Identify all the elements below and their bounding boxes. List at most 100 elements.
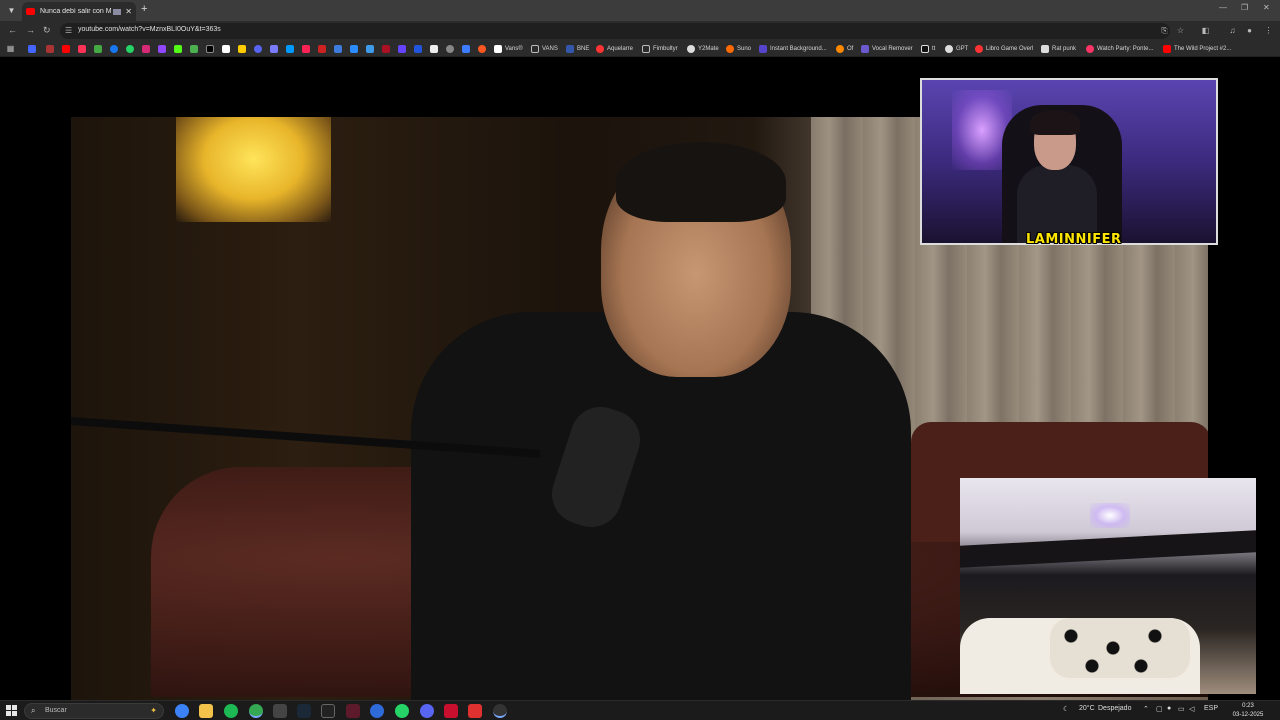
tray-app-icon[interactable]: ▢: [1156, 705, 1163, 713]
bookmark-gpt[interactable]: GPT: [945, 44, 968, 54]
maximize-button[interactable]: ❐: [1241, 3, 1248, 12]
bookmark-tiktok[interactable]: tt: [921, 44, 935, 54]
bookmark-aquelarre[interactable]: Aquelarre: [596, 44, 633, 54]
bookmark-folder-fimbultyr[interactable]: Fimbultyr: [642, 44, 678, 54]
bookmark-icon-28[interactable]: [462, 44, 473, 54]
start-button[interactable]: [6, 705, 17, 716]
pet-camera-table: [960, 530, 1256, 568]
discord-icon[interactable]: [420, 704, 434, 718]
app-icon-9[interactable]: [370, 704, 384, 718]
tab-active[interactable]: Nunca debí salir con MI M... ✕: [22, 2, 136, 21]
weather-icon[interactable]: ☾: [1063, 705, 1069, 713]
minimize-button[interactable]: —: [1219, 3, 1227, 12]
bookmark-icon-21[interactable]: [350, 44, 361, 54]
bookmark-suno[interactable]: Suno: [726, 44, 751, 54]
browser-toolbar: ← → ↻ ☰ youtube.com/watch?v=MznxBLI0OuY&…: [0, 21, 1280, 41]
bookmark-icon-14[interactable]: [238, 44, 249, 54]
tray-overflow-icon[interactable]: ⌃: [1143, 705, 1149, 713]
install-app-icon[interactable]: ⎘: [1160, 26, 1169, 35]
channel-name-tag: LAMINNIFER: [1026, 232, 1122, 247]
network-icon[interactable]: ▭: [1178, 705, 1185, 713]
app-icon-5[interactable]: [273, 704, 287, 718]
bookmark-icon-27[interactable]: [446, 44, 457, 54]
pet-camera-blanket: [1050, 618, 1190, 678]
weather-desc[interactable]: Despejado: [1098, 705, 1131, 712]
weather-temp[interactable]: 20°C: [1079, 705, 1095, 712]
spotify-icon[interactable]: [224, 704, 238, 718]
bookmark-of[interactable]: Of: [836, 44, 853, 54]
clock[interactable]: 0:23 03-12-2025: [1228, 702, 1268, 720]
kick-icon[interactable]: [174, 44, 185, 54]
facebook-icon[interactable]: [110, 44, 121, 54]
bookmark-rat-punk[interactable]: Rat punk: [1041, 44, 1076, 54]
bookmark-star-icon[interactable]: ☆: [1176, 26, 1185, 35]
video-lamp: [176, 117, 331, 222]
bookmark-icon-17[interactable]: [286, 44, 297, 54]
bookmark-icon-13[interactable]: [222, 44, 233, 54]
bookmark-vocal-remover[interactable]: Vocal Remover: [861, 44, 913, 54]
taskbar-search[interactable]: ⌕ Buscar ✦: [24, 703, 164, 719]
search-highlight-icon: ✦: [150, 706, 157, 715]
language-indicator[interactable]: ESP: [1204, 705, 1218, 712]
close-window-button[interactable]: ✕: [1263, 3, 1270, 12]
app-icon-13[interactable]: [468, 704, 482, 718]
bookmark-icon-25[interactable]: [414, 44, 425, 54]
bookmark-libro-game-over[interactable]: Libro Game Overl: [975, 44, 1033, 54]
chrome-icon[interactable]: [249, 704, 263, 718]
bookmark-icon-24[interactable]: [398, 44, 409, 54]
bookmark-icon-18[interactable]: [302, 44, 313, 54]
bookmark-y2mate[interactable]: Y2Mate: [687, 44, 719, 54]
close-tab-icon[interactable]: ✕: [125, 7, 132, 16]
microphone-icon[interactable]: ●: [1167, 705, 1171, 712]
bookmark-icon-11[interactable]: [190, 44, 201, 54]
audio-playing-icon: [113, 8, 122, 15]
taskbar: ⌕ Buscar ✦ ☾ 20°C Despejado ⌃ ▢ ● ▭ ◁ ES…: [0, 700, 1280, 720]
menu-icon[interactable]: ⋮: [1264, 26, 1273, 35]
apps-icon[interactable]: ▦: [6, 44, 15, 53]
bookmark-folder-vans[interactable]: VANS: [531, 44, 558, 54]
profile-avatar[interactable]: ●: [1245, 26, 1254, 35]
reload-icon[interactable]: ↻: [43, 25, 51, 36]
bookmark-icon-9[interactable]: [158, 44, 169, 54]
bookmark-icon-16[interactable]: [270, 44, 281, 54]
file-explorer-icon[interactable]: [199, 704, 213, 718]
forward-icon[interactable]: →: [26, 25, 35, 35]
bookmark-icon-3[interactable]: [62, 44, 73, 54]
x-icon[interactable]: [206, 44, 217, 54]
bookmark-icon-26[interactable]: [430, 44, 441, 54]
bookmark-icon-23[interactable]: [382, 44, 393, 54]
address-bar[interactable]: ☰ youtube.com/watch?v=MznxBLI0OuY&t=363s: [60, 23, 1170, 39]
app-icon-8[interactable]: [346, 704, 360, 718]
new-tab-button[interactable]: +: [141, 3, 147, 15]
url-text[interactable]: youtube.com/watch?v=MznxBLI0OuY&t=363s: [78, 26, 221, 33]
bookmark-icon-4[interactable]: [78, 44, 89, 54]
bookmark-watch-party[interactable]: Watch Party: Ponte...: [1086, 44, 1153, 54]
copilot-icon[interactable]: [175, 704, 189, 718]
app-icon-14[interactable]: [493, 704, 507, 718]
bookmark-icon-15[interactable]: [254, 44, 265, 54]
bookmark-icon-29[interactable]: [478, 44, 489, 54]
app-icon-12[interactable]: [444, 704, 458, 718]
bookmarks-bar: ▦ Vans® VANS BNE Aquelarre Fimbultyr Y2M…: [0, 41, 1280, 57]
steam-icon[interactable]: [297, 704, 311, 718]
volume-icon[interactable]: ◁: [1189, 705, 1194, 713]
whatsapp-taskbar-icon[interactable]: [395, 704, 409, 718]
bookmark-icon-5[interactable]: [94, 44, 105, 54]
bookmark-icon-20[interactable]: [334, 44, 345, 54]
site-info-icon[interactable]: ☰: [65, 26, 72, 35]
bookmark-wild-project[interactable]: The Wild Project #2...: [1163, 44, 1231, 54]
bookmark-instant-background[interactable]: Instant Background...: [759, 44, 827, 54]
bookmark-vans[interactable]: Vans®: [494, 44, 523, 54]
whatsapp-icon[interactable]: [126, 44, 137, 54]
bookmark-icon-2[interactable]: [46, 44, 57, 54]
bookmark-bne[interactable]: BNE: [566, 44, 589, 54]
tab-search-button[interactable]: ▼: [5, 4, 18, 17]
media-control-icon[interactable]: ♫: [1228, 26, 1237, 35]
instagram-icon[interactable]: [142, 44, 153, 54]
obs-icon[interactable]: [321, 704, 335, 718]
extensions-icon[interactable]: ◧: [1201, 26, 1210, 35]
back-icon[interactable]: ←: [8, 25, 17, 35]
bookmark-icon-19[interactable]: [318, 44, 329, 54]
bookmark-icon-1[interactable]: [28, 44, 39, 54]
bookmark-icon-22[interactable]: [366, 44, 377, 54]
